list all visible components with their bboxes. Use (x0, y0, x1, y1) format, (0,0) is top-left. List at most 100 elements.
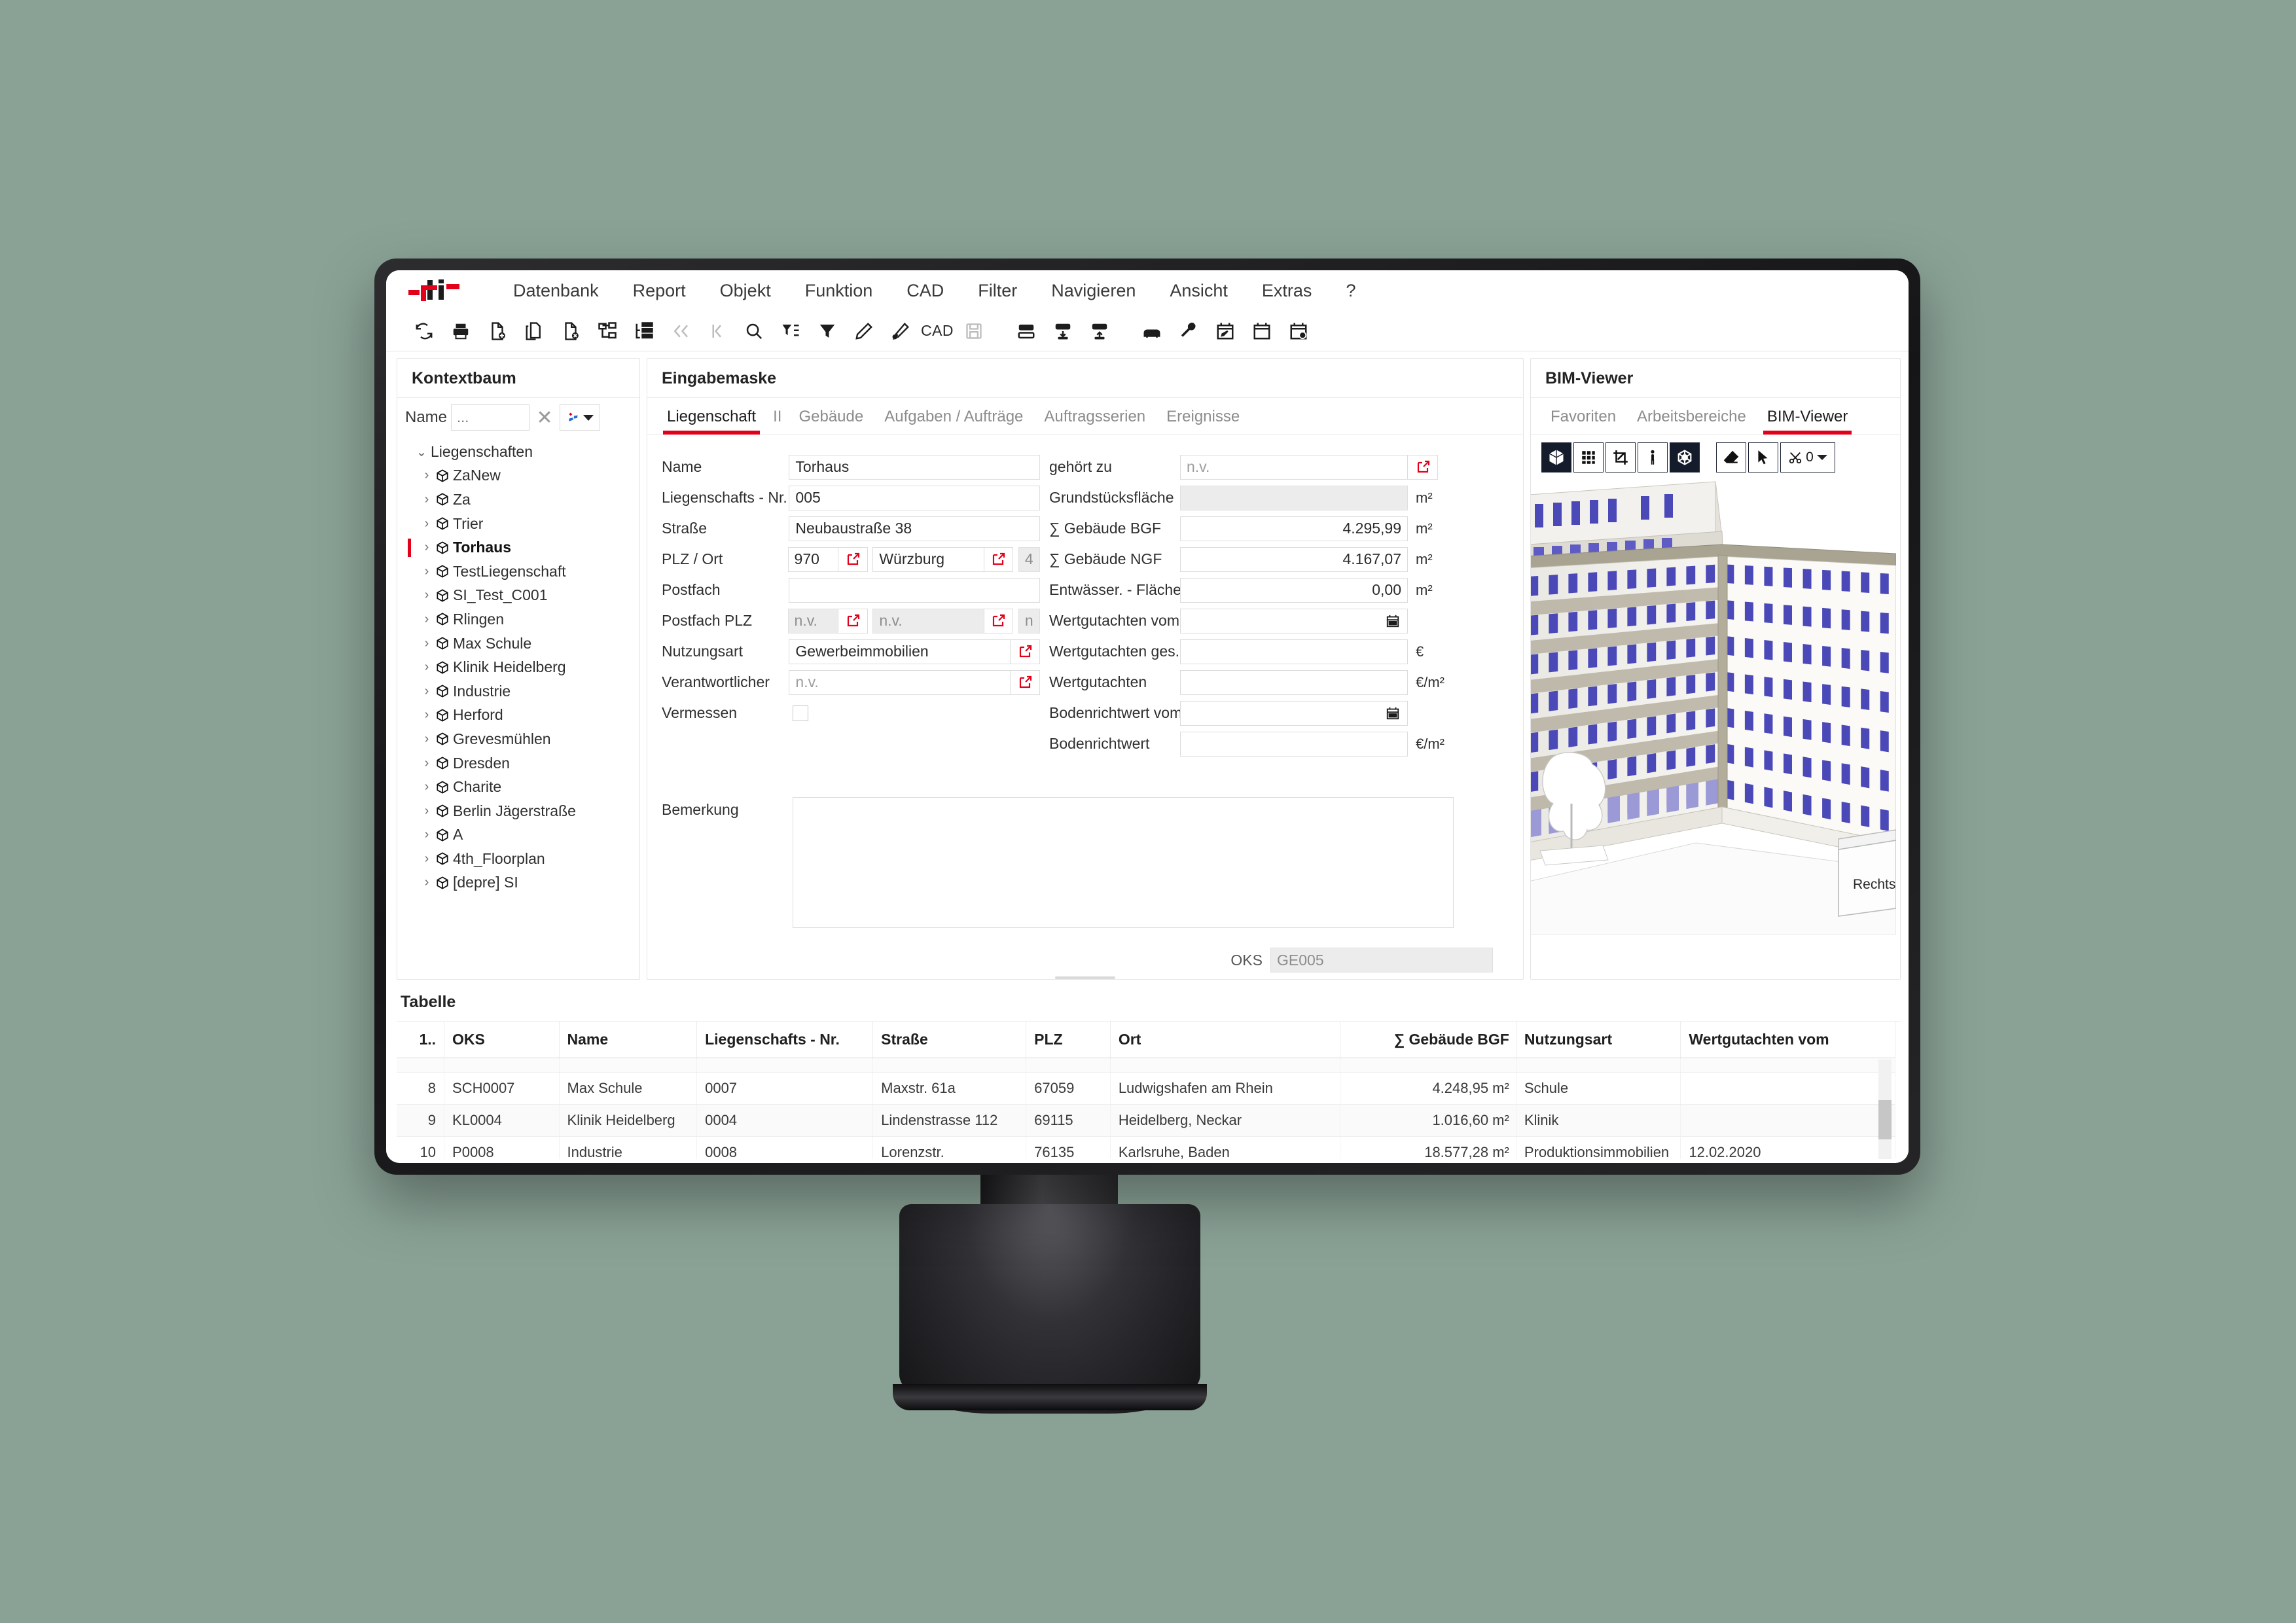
menu-item-report[interactable]: Report (616, 281, 703, 301)
field-wertgutachten-vom-input[interactable] (1180, 608, 1408, 633)
external-link-icon[interactable] (984, 546, 1013, 572)
first-record-icon[interactable] (662, 314, 699, 348)
table-row[interactable]: 10 P0008 Industrie 0008 Lorenzstr. 76135 Karls… (397, 1136, 1895, 1159)
tree-item-depre-si[interactable]: › [depre] SI (403, 871, 639, 895)
chevron-right-icon[interactable]: › (420, 779, 434, 794)
tree-item-dresden[interactable]: › Dresden (403, 751, 639, 776)
chevron-right-icon[interactable]: › (420, 660, 434, 675)
calendar-icon[interactable] (1384, 706, 1401, 721)
tab-liegenschaft[interactable]: Liegenschaft (656, 408, 766, 435)
field-verantwortlicher-input[interactable]: n.v. (789, 669, 1011, 695)
delete-document-icon[interactable] (552, 314, 589, 348)
table-column-header[interactable]: Ort (1110, 1022, 1340, 1058)
tree-item-charite[interactable]: › Charite (403, 775, 639, 799)
table-column-header[interactable]: Liegenschafts - Nr. (696, 1022, 874, 1058)
tab-aufgaben-auftr-ge[interactable]: Aufgaben / Aufträge (874, 408, 1033, 434)
crop-icon[interactable] (1605, 442, 1636, 473)
edit-brush-icon[interactable] (882, 314, 919, 348)
tree-filter-dropdown[interactable] (560, 404, 601, 431)
tree-item-rlingen[interactable]: › Rlingen (403, 607, 639, 632)
bim-3d-canvas[interactable]: Rechts (1531, 479, 1900, 979)
table-column-header[interactable]: Straße (872, 1022, 1027, 1058)
table-column-header[interactable]: ∑ Gebäude BGF (1340, 1022, 1516, 1058)
field-postfach-input[interactable] (789, 577, 1040, 603)
tree-item-herford[interactable]: › Herford (403, 704, 639, 728)
tab-geb-ude[interactable]: Gebäude (788, 408, 874, 434)
close-icon[interactable]: ✕ (529, 404, 560, 431)
field-postfach-ort-input[interactable]: n.v. (872, 608, 984, 633)
menu-item-navigieren[interactable]: Navigieren (1034, 281, 1153, 301)
new-document-icon[interactable] (479, 314, 516, 348)
panel-export-icon[interactable] (1081, 314, 1118, 348)
cursor-select-icon[interactable] (1748, 442, 1778, 473)
table-column-header[interactable]: 1.. (397, 1022, 445, 1058)
tree-item-4th-floorplan[interactable]: › 4th_Floorplan (403, 847, 639, 871)
field-entwaesserungsflaeche-input[interactable]: 0,00 (1180, 577, 1408, 603)
external-link-icon[interactable] (1011, 639, 1041, 664)
refresh-icon[interactable] (406, 314, 442, 348)
tree-item-si-test-c001[interactable]: › SI_Test_C001 (403, 584, 639, 608)
menu-item-ansicht[interactable]: Ansicht (1153, 281, 1245, 301)
table-column-header[interactable]: OKS (444, 1022, 560, 1058)
menu-item-objekt[interactable]: Objekt (703, 281, 788, 301)
chevron-down-icon[interactable] (1816, 455, 1827, 460)
table-row[interactable]: 9 KL0004 Klinik Heidelberg 0004 Lindenstrass… (397, 1104, 1895, 1137)
chevron-right-icon[interactable]: › (420, 564, 434, 579)
field-bodenrichtwert-input[interactable] (1180, 731, 1408, 757)
calendar-icon[interactable] (1244, 314, 1280, 348)
tree-item-max-schule[interactable]: › Max Schule (403, 632, 639, 656)
filter-icon[interactable] (809, 314, 846, 348)
filter-define-icon[interactable] (772, 314, 809, 348)
chevron-right-icon[interactable]: › (420, 756, 434, 771)
tab-arbeitsbereiche[interactable]: Arbeitsbereiche (1626, 408, 1757, 434)
table-column-header[interactable]: Wertgutachten vom (1680, 1022, 1895, 1058)
tree-item-zanew[interactable]: › ZaNew (403, 464, 639, 488)
chevron-right-icon[interactable]: › (420, 636, 434, 651)
external-link-icon[interactable] (1011, 669, 1041, 695)
menu-item-[interactable]: ? (1329, 281, 1372, 301)
section-scissors-button[interactable]: 0 (1780, 442, 1835, 473)
field-name-input[interactable]: Torhaus (789, 454, 1040, 480)
tab-ereignisse[interactable]: Ereignisse (1156, 408, 1250, 434)
panel-resize-handle[interactable] (1055, 976, 1115, 979)
search-icon[interactable] (736, 314, 772, 348)
chevron-right-icon[interactable]: › (420, 875, 434, 890)
tree-item-testliegenschaft[interactable]: › TestLiegenschaft (403, 560, 639, 584)
tree-item-za[interactable]: › Za (403, 488, 639, 512)
cad-label[interactable]: CAD (919, 314, 956, 348)
tree-root-item[interactable]: ⌄ Liegenschaften (403, 440, 639, 464)
tab-favoriten[interactable]: Favoriten (1540, 408, 1626, 434)
panel-import-icon[interactable] (1045, 314, 1081, 348)
table-column-header[interactable]: Nutzungsart (1516, 1022, 1681, 1058)
tree-structure-icon[interactable] (589, 314, 626, 348)
tree-search-input[interactable] (451, 404, 530, 431)
grid-icon[interactable] (1573, 442, 1604, 473)
tab-bim-viewer[interactable]: BIM-Viewer (1757, 408, 1859, 435)
field-wertgutachten-input[interactable] (1180, 669, 1408, 695)
external-link-icon[interactable] (984, 608, 1013, 633)
orbit-icon[interactable] (1670, 442, 1700, 473)
table-column-header[interactable]: PLZ (1026, 1022, 1111, 1058)
menu-item-cad[interactable]: CAD (889, 281, 961, 301)
chevron-right-icon[interactable]: › (420, 804, 434, 819)
chevron-right-icon[interactable]: › (420, 588, 434, 603)
panel-top-icon[interactable] (1008, 314, 1045, 348)
chevron-right-icon[interactable]: › (420, 612, 434, 627)
field-gehoert-zu-input[interactable]: n.v. (1180, 454, 1408, 480)
chevron-right-icon[interactable]: › (420, 468, 434, 483)
field-gebaeude-bgf-input[interactable]: 4.295,99 (1180, 516, 1408, 541)
bemerkung-textarea[interactable] (793, 797, 1454, 928)
list-structure-icon[interactable] (626, 314, 662, 348)
field-ort-input[interactable]: Würzburg (872, 546, 984, 572)
cube-3d-icon[interactable] (1541, 442, 1571, 473)
tree-item-a[interactable]: › A (403, 823, 639, 847)
external-link-icon[interactable] (838, 546, 868, 572)
field-plz-input[interactable]: 970 (787, 546, 839, 572)
edit-pen-icon[interactable] (846, 314, 882, 348)
previous-record-icon[interactable] (699, 314, 736, 348)
field-liegenschafts-nr-input[interactable]: 005 (789, 485, 1040, 510)
tab-ii[interactable]: II (766, 408, 788, 434)
person-scale-icon[interactable] (1638, 442, 1668, 473)
table-vertical-scrollbar[interactable] (1878, 1060, 1892, 1159)
tree-item-grevesm-hlen[interactable]: › Grevesmühlen (403, 727, 639, 751)
